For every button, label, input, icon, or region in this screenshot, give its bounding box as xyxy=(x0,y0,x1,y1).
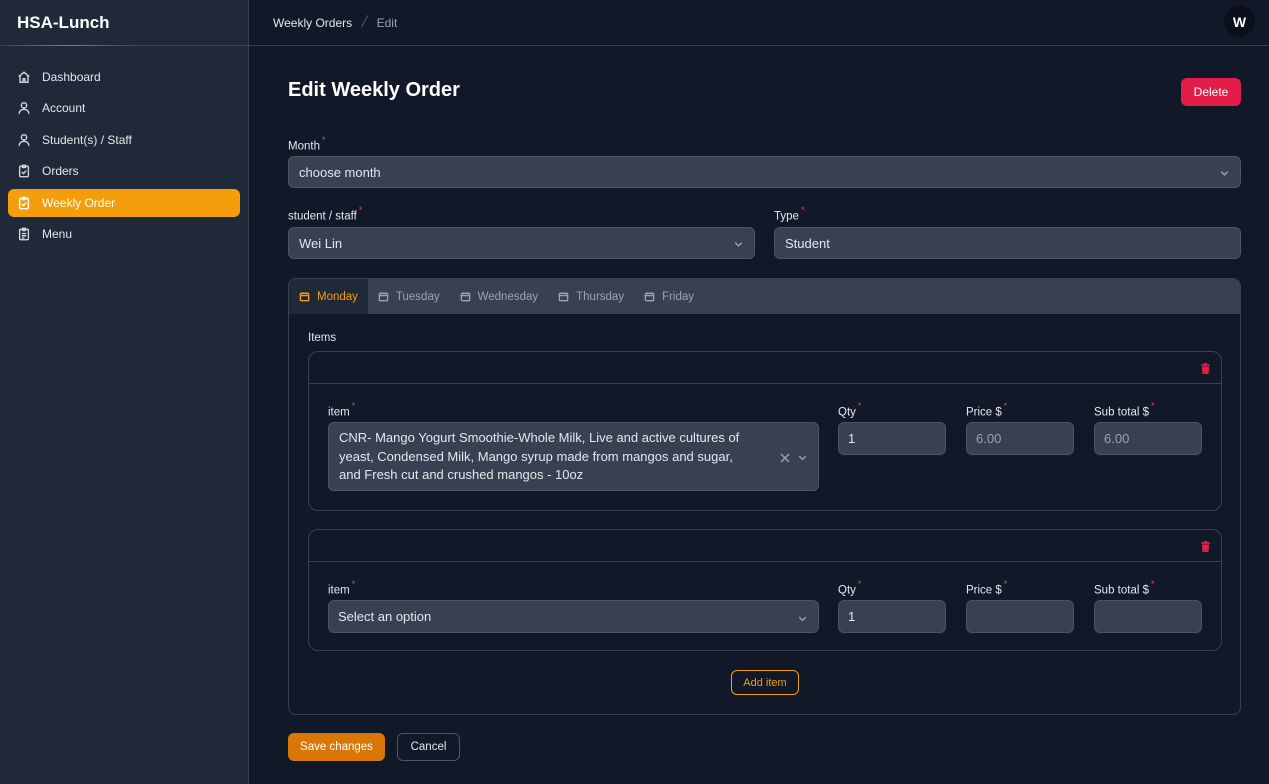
delete-button[interactable]: Delete xyxy=(1181,78,1241,106)
breadcrumb: Weekly Orders / Edit xyxy=(273,14,397,32)
required-marker: * xyxy=(800,205,805,215)
trash-icon[interactable] xyxy=(1200,362,1211,375)
item-select-value: CNR- Mango Yogurt Smoothie-Whole Milk, L… xyxy=(339,430,740,482)
tab-label: Thursday xyxy=(576,290,625,303)
sidebar: HSA-Lunch Dashboard Account Student(s) /… xyxy=(0,0,249,784)
item-select[interactable]: Select an option xyxy=(328,600,819,633)
qty-label: Qty* xyxy=(838,579,862,597)
sidebar-item-label: Orders xyxy=(42,164,79,179)
sidebar-item-label: Menu xyxy=(42,226,73,241)
sidebar-item-label: Dashboard xyxy=(42,70,101,84)
home-icon xyxy=(17,70,31,84)
chevron-down-icon xyxy=(1219,167,1230,178)
tab-thursday[interactable]: Thursday xyxy=(548,279,634,314)
sidebar-item-orders[interactable]: Orders xyxy=(8,157,240,185)
item-card: item* Qty* Price $* Sub total $* Select … xyxy=(308,529,1222,651)
item-select-placeholder: Select an option xyxy=(338,609,432,624)
tab-tuesday[interactable]: Tuesday xyxy=(368,279,450,314)
save-changes-button[interactable]: Save changes xyxy=(288,733,385,761)
month-select-value: choose month xyxy=(299,164,381,180)
subtotal-label: Sub total $* xyxy=(1094,401,1155,419)
month-select[interactable]: choose month xyxy=(288,156,1241,188)
avatar[interactable]: W xyxy=(1224,6,1255,37)
tab-label: Friday xyxy=(662,290,695,303)
topbar: Weekly Orders / Edit W xyxy=(249,0,1269,46)
day-tab-bar: Monday Tuesday Wednesday Thursday Friday xyxy=(289,279,1240,314)
sidebar-item-menu[interactable]: Menu xyxy=(8,220,240,248)
calendar-icon xyxy=(299,292,310,302)
type-value: Student xyxy=(785,235,830,251)
calendar-icon xyxy=(378,292,389,302)
qty-input[interactable]: 1 xyxy=(838,422,946,455)
student-staff-label: student / staff* xyxy=(288,205,363,223)
add-item-button[interactable]: Add item xyxy=(731,670,799,695)
type-field[interactable]: Student xyxy=(774,227,1241,259)
tab-friday[interactable]: Friday xyxy=(634,279,704,314)
price-label: Price $* xyxy=(966,401,1008,419)
tab-wednesday[interactable]: Wednesday xyxy=(450,279,549,314)
type-label: Type* xyxy=(774,205,805,223)
sidebar-item-weekly-order[interactable]: Weekly Order xyxy=(8,188,240,217)
tab-label: Wednesday xyxy=(477,290,539,303)
sidebar-item-label: Student(s) / Staff xyxy=(42,132,132,147)
subtotal-input[interactable] xyxy=(1094,600,1202,633)
brand-logo[interactable]: HSA-Lunch xyxy=(0,0,248,46)
sidebar-item-label: Weekly Order xyxy=(42,195,116,210)
month-label: Month* xyxy=(288,135,326,153)
chevron-down-icon xyxy=(733,238,744,249)
items-label: Items xyxy=(308,332,337,344)
day-tabs-panel: Monday Tuesday Wednesday Thursday Friday… xyxy=(288,278,1241,715)
subtotal-input[interactable]: 6.00 xyxy=(1094,422,1202,455)
sidebar-item-label: Account xyxy=(42,101,86,116)
tab-monday[interactable]: Monday xyxy=(289,279,368,314)
sidebar-nav: Dashboard Account Student(s) / Staff Ord… xyxy=(0,46,248,268)
breadcrumb-edit: Edit xyxy=(376,15,398,30)
tab-label: Monday xyxy=(317,290,358,303)
required-marker: * xyxy=(358,205,363,215)
qty-input[interactable]: 1 xyxy=(838,600,946,633)
student-staff-select[interactable]: Wei Lin xyxy=(288,227,755,259)
clipboard-icon xyxy=(17,196,31,210)
sidebar-item-account[interactable]: Account xyxy=(8,94,240,122)
breadcrumb-separator: / xyxy=(359,13,370,31)
tab-label: Tuesday xyxy=(395,290,440,303)
price-label: Price $* xyxy=(966,579,1008,597)
clipboard-icon xyxy=(17,164,31,178)
sidebar-item-dashboard[interactable]: Dashboard xyxy=(8,63,240,91)
item-card-header xyxy=(309,530,1221,562)
item-card-header xyxy=(309,352,1221,384)
clear-icon[interactable] xyxy=(780,450,790,463)
qty-label: Qty* xyxy=(838,401,862,419)
required-marker: * xyxy=(321,135,326,145)
sidebar-item-students-staff[interactable]: Student(s) / Staff xyxy=(8,126,240,154)
price-input[interactable]: 6.00 xyxy=(966,422,1074,455)
item-select[interactable]: CNR- Mango Yogurt Smoothie-Whole Milk, L… xyxy=(328,422,819,491)
item-card: item* Qty* Price $* Sub total $* CNR- Ma… xyxy=(308,351,1222,511)
calendar-icon xyxy=(644,292,655,302)
cancel-button[interactable]: Cancel xyxy=(397,733,460,761)
calendar-icon xyxy=(460,292,470,302)
user-icon xyxy=(17,133,31,147)
calendar-icon xyxy=(558,292,569,302)
page-title: Edit Weekly Order xyxy=(288,79,460,101)
user-icon xyxy=(17,101,31,115)
chevron-down-icon xyxy=(797,450,808,461)
subtotal-label: Sub total $* xyxy=(1094,579,1155,597)
price-input[interactable] xyxy=(966,600,1074,633)
trash-icon[interactable] xyxy=(1200,540,1211,553)
clipboard-list-icon xyxy=(17,227,31,241)
item-label: item* xyxy=(328,401,356,419)
item-label: item* xyxy=(328,579,356,597)
student-staff-value: Wei Lin xyxy=(299,235,343,251)
breadcrumb-weekly-orders[interactable]: Weekly Orders xyxy=(273,16,352,30)
chevron-down-icon xyxy=(797,612,808,623)
